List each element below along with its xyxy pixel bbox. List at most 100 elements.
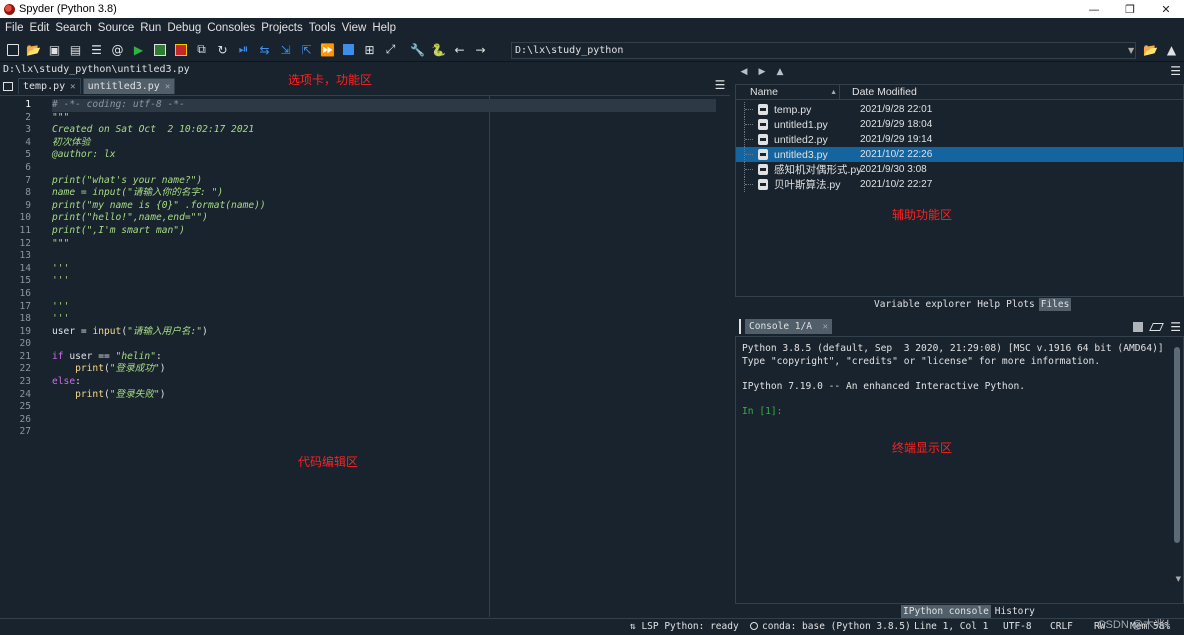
tab-help[interactable]: Help [975, 298, 1003, 311]
tab-temp-py[interactable]: temp.py ✕ [18, 78, 81, 94]
close-icon[interactable]: ✕ [823, 322, 828, 332]
menu-help[interactable]: Help [369, 22, 399, 34]
preferences-wrench-icon[interactable]: 🔧 [407, 40, 428, 60]
run-cell-advance-icon[interactable] [170, 40, 191, 60]
console-scrollbar[interactable] [1174, 347, 1180, 543]
close-icon[interactable]: ✕ [165, 82, 170, 92]
file-row[interactable]: 贝叶斯算法.py 2021/10/2 22:27 [736, 177, 1183, 192]
python-path-icon[interactable]: 🐍 [428, 40, 449, 60]
code-line[interactable]: """ [52, 112, 716, 125]
code-line[interactable]: # -*- coding: utf-8 -*- [52, 99, 716, 112]
column-header-date[interactable]: Date Modified [840, 85, 917, 99]
files-forward-icon[interactable]: ▶ [753, 64, 771, 80]
editor-options-menu-icon[interactable]: ☰ [713, 78, 727, 92]
close-window-button[interactable]: ✕ [1148, 0, 1184, 18]
conda-status[interactable]: conda: base (Python 3.8.5) [750, 621, 911, 632]
console-options-menu-icon[interactable]: ☰ [1170, 320, 1181, 334]
files-options-menu-icon[interactable]: ☰ [1170, 64, 1181, 78]
code-line[interactable] [52, 162, 716, 175]
code-line[interactable]: print(",I'm smart man") [52, 225, 716, 238]
menu-debug[interactable]: Debug [164, 22, 204, 34]
parent-directory-icon[interactable]: ▲ [1161, 40, 1182, 60]
file-row[interactable]: 感知机对偶形式.py 2021/9/30 3:08 [736, 162, 1183, 177]
code-line[interactable]: Created on Sat Oct 2 10:02:17 2021 [52, 124, 716, 137]
menu-edit[interactable]: Edit [27, 22, 53, 34]
run-icon[interactable]: ▶ [128, 40, 149, 60]
tab-untitled3-py[interactable]: untitled3.py ✕ [82, 78, 176, 94]
code-line[interactable]: 初次体验 [52, 137, 716, 150]
code-line[interactable]: ''' [52, 275, 716, 288]
menu-file[interactable]: File [2, 22, 27, 34]
code-line[interactable] [52, 426, 716, 439]
clear-console-icon[interactable] [1149, 323, 1165, 331]
code-line[interactable] [52, 401, 716, 414]
code-line[interactable]: print("what's your name?") [52, 175, 716, 188]
files-up-icon[interactable]: ▲ [771, 64, 789, 80]
ipython-console[interactable]: Python 3.8.5 (default, Sep 3 2020, 21:29… [735, 336, 1184, 604]
code-line[interactable]: name = input("请输入你的名字: ") [52, 187, 716, 200]
forward-arrow-icon[interactable]: → [470, 40, 491, 60]
step-into-icon[interactable]: ⇲ [275, 40, 296, 60]
code-line[interactable]: if user == "helin": [52, 351, 716, 364]
file-row[interactable]: untitled2.py 2021/9/29 19:14 [736, 132, 1183, 147]
code-line[interactable]: ''' [52, 301, 716, 314]
step-icon[interactable]: ⇆ [254, 40, 275, 60]
code-line[interactable] [52, 338, 716, 351]
stop-debug-icon[interactable] [338, 40, 359, 60]
continue-icon[interactable]: ⏩ [317, 40, 338, 60]
working-directory-input[interactable]: D:\lx\study_python [511, 42, 1136, 59]
code-line[interactable]: print("登录失败") [52, 389, 716, 402]
menu-view[interactable]: View [339, 22, 370, 34]
code-line[interactable]: print("hello!",name,end="") [52, 212, 716, 225]
code-line[interactable]: @author: lx [52, 149, 716, 162]
tab-history[interactable]: History [992, 605, 1037, 618]
stop-kernel-icon[interactable] [1133, 322, 1144, 332]
code-line[interactable] [52, 250, 716, 263]
debug-icon[interactable]: ⏯ [233, 40, 254, 60]
at-icon[interactable]: @ [107, 40, 128, 60]
menu-source[interactable]: Source [95, 22, 137, 34]
save-all-icon[interactable]: ▤ [65, 40, 86, 60]
save-file-icon[interactable]: ▣ [44, 40, 65, 60]
browse-console-tabs-icon[interactable] [735, 318, 745, 334]
code-editor[interactable]: 1 2 3 4 5 6 7 8 9 10 11 12 13 14 15 16 17 18 19 20 21 22 23 24 2… [0, 95, 730, 617]
code-line[interactable]: ''' [52, 263, 716, 276]
code-line[interactable] [52, 414, 716, 427]
scroll-down-arrow-icon[interactable]: ▼ [1176, 575, 1181, 583]
maximize-button[interactable]: ❐ [1112, 0, 1148, 18]
file-row[interactable]: untitled3.py 2021/10/2 22:26 [736, 147, 1183, 162]
browse-folder-icon[interactable]: 📂 [1140, 40, 1161, 60]
console-prompt[interactable]: In [1]: [742, 406, 1164, 419]
menu-tools[interactable]: Tools [306, 22, 339, 34]
menu-consoles[interactable]: Consoles [204, 22, 258, 34]
code-line[interactable] [52, 288, 716, 301]
fullscreen-icon[interactable]: ⤢ [380, 40, 401, 60]
maximize-pane-icon[interactable]: ⊞ [359, 40, 380, 60]
tab-console-1a[interactable]: Console 1/A ✕ [745, 318, 833, 334]
code-area[interactable]: # -*- coding: utf-8 -*- """ Created on Sat… [52, 99, 716, 439]
files-back-icon[interactable]: ◀ [735, 64, 753, 80]
chevron-down-icon[interactable]: ▼ [1128, 42, 1140, 59]
run-cell-icon[interactable] [149, 40, 170, 60]
rerun-icon[interactable]: ↻ [212, 40, 233, 60]
code-line[interactable]: ''' [52, 313, 716, 326]
back-arrow-icon[interactable]: ← [449, 40, 470, 60]
tab-variable-explorer[interactable]: Variable explorer [872, 298, 974, 311]
menu-projects[interactable]: Projects [258, 22, 306, 34]
code-line[interactable]: else: [52, 376, 716, 389]
tab-ipython-console[interactable]: IPython console [901, 605, 991, 618]
browse-tabs-icon[interactable] [0, 78, 16, 94]
code-line[interactable]: print("登录成功") [52, 363, 716, 376]
menu-search[interactable]: Search [52, 22, 94, 34]
tab-plots[interactable]: Plots [1004, 298, 1037, 311]
column-header-name[interactable]: Name ▲ [736, 85, 840, 99]
step-return-icon[interactable]: ⇱ [296, 40, 317, 60]
tab-files[interactable]: Files [1038, 298, 1072, 311]
code-line[interactable]: print("my name is {0}" .format(name)) [52, 200, 716, 213]
code-line[interactable]: """ [52, 238, 716, 251]
menu-run[interactable]: Run [137, 22, 164, 34]
code-line[interactable]: user = input("请输入用户名:") [52, 326, 716, 339]
close-icon[interactable]: ✕ [70, 82, 75, 92]
minimize-button[interactable]: — [1076, 0, 1112, 18]
file-row[interactable]: untitled1.py 2021/9/29 18:04 [736, 117, 1183, 132]
